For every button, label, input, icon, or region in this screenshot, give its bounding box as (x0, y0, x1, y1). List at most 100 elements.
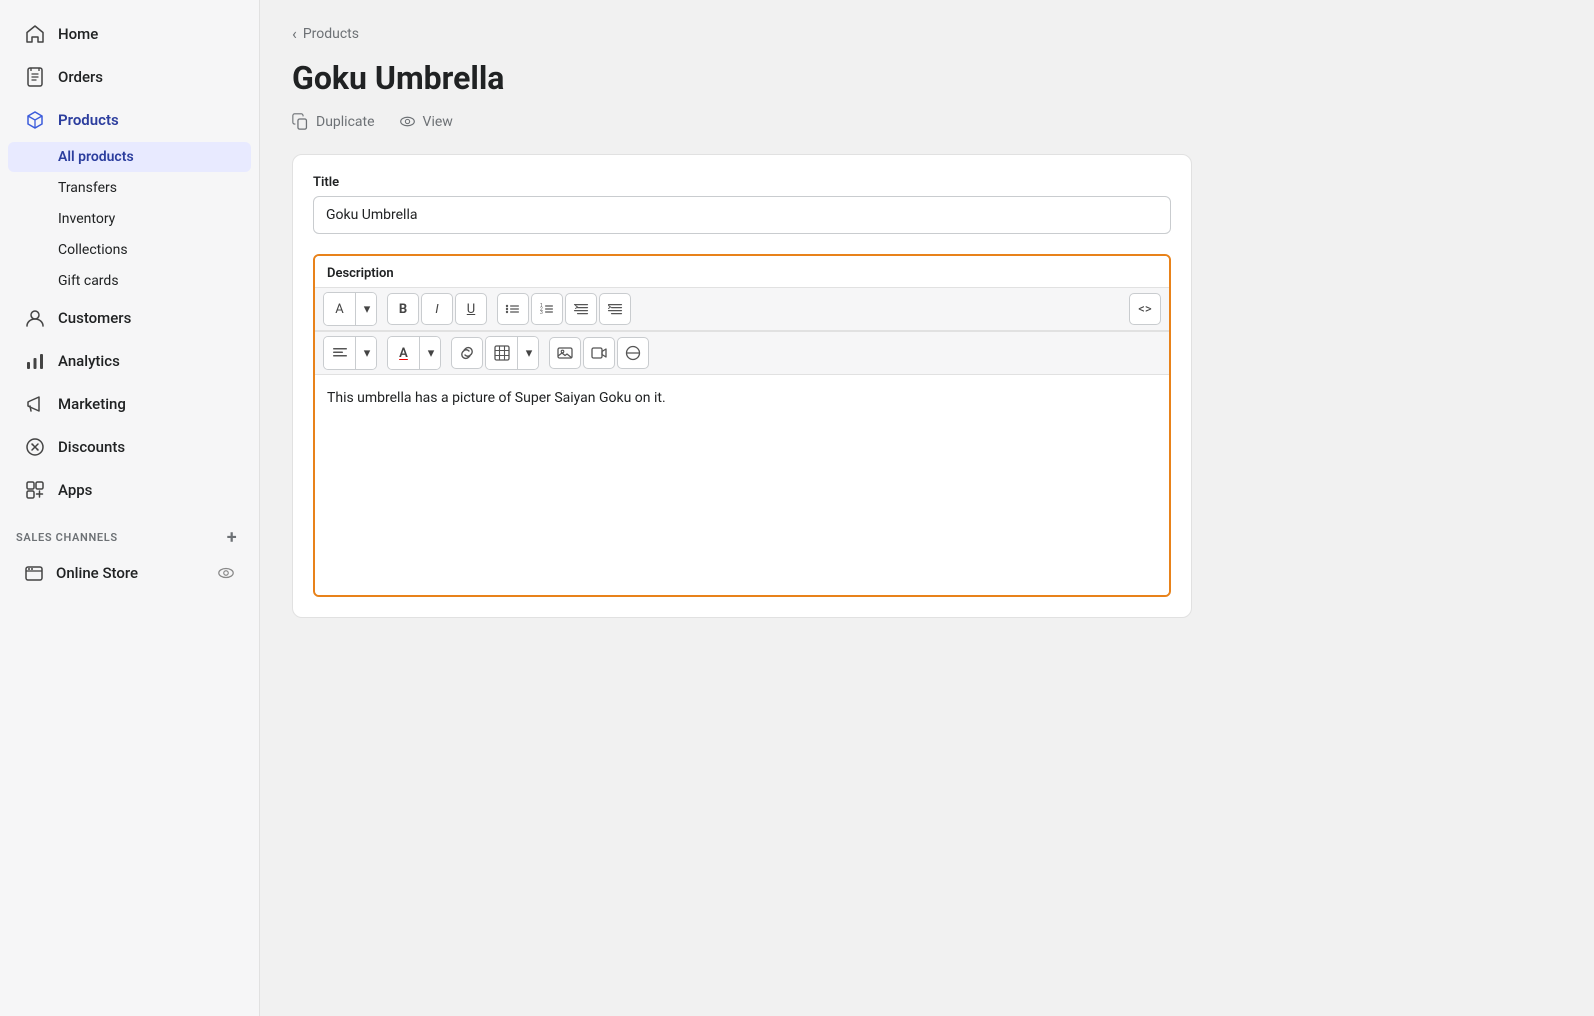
italic-icon: I (435, 302, 438, 317)
color-dropdown-arrow[interactable]: ▾ (422, 337, 440, 369)
text-color-button[interactable]: A (388, 337, 420, 369)
clear-format-icon (625, 345, 641, 361)
online-store-icon (24, 563, 44, 583)
breadcrumb-text: Products (303, 26, 359, 42)
sidebar-item-home[interactable]: Home (8, 13, 251, 55)
unordered-list-button[interactable] (497, 293, 529, 325)
sidebar-sub-transfers[interactable]: Transfers (8, 173, 251, 203)
sidebar-sub-collections[interactable]: Collections (8, 235, 251, 265)
page-title: Goku Umbrella (292, 59, 1562, 97)
orders-icon (24, 66, 46, 88)
bold-icon: B (399, 302, 407, 317)
chevron-down-icon-2: ▾ (364, 346, 371, 361)
font-button[interactable]: A (324, 293, 356, 325)
home-icon (24, 23, 46, 45)
duplicate-icon (292, 113, 309, 130)
discounts-icon (24, 436, 46, 458)
view-label: View (423, 114, 453, 130)
image-button[interactable] (549, 337, 581, 369)
image-icon (557, 345, 573, 361)
marketing-icon (24, 393, 46, 415)
sidebar-item-marketing-label: Marketing (58, 395, 126, 413)
sidebar-item-analytics-label: Analytics (58, 352, 120, 370)
duplicate-label: Duplicate (316, 114, 375, 130)
sidebar-sub-all-products[interactable]: All products (8, 142, 251, 172)
align-icon (333, 346, 347, 360)
products-icon (24, 109, 46, 131)
sidebar-item-apps[interactable]: Apps (8, 469, 251, 511)
product-card: Title Description A ▾ B (292, 154, 1192, 618)
color-dropdown-group: A ▾ (387, 336, 441, 370)
italic-button[interactable]: I (421, 293, 453, 325)
code-button[interactable]: <> (1129, 293, 1161, 325)
sidebar-item-customers-label: Customers (58, 309, 131, 327)
text-color-icon: A (399, 346, 408, 361)
sidebar-item-online-store[interactable]: Online Store (8, 555, 251, 591)
indent-increase-icon (607, 301, 623, 317)
description-editor-content[interactable]: This umbrella has a picture of Super Sai… (315, 375, 1169, 595)
font-dropdown-group: A ▾ (323, 292, 377, 326)
indent-increase-button[interactable] (599, 293, 631, 325)
table-dropdown-group: ▾ (485, 336, 539, 370)
duplicate-button[interactable]: Duplicate (292, 113, 375, 130)
sidebar-item-analytics[interactable]: Analytics (8, 340, 251, 382)
link-button[interactable] (451, 337, 483, 369)
add-sales-channel-button[interactable]: + (221, 526, 243, 548)
chevron-down-icon: ▾ (364, 302, 371, 317)
bold-button[interactable]: B (387, 293, 419, 325)
underline-button[interactable]: U (455, 293, 487, 325)
breadcrumb[interactable]: ‹ Products (292, 24, 1562, 43)
sidebar-sub-inventory[interactable]: Inventory (8, 204, 251, 234)
action-bar: Duplicate View (292, 113, 1562, 130)
font-dropdown-arrow[interactable]: ▾ (358, 293, 376, 325)
breadcrumb-chevron-icon: ‹ (292, 24, 297, 43)
main-content: ‹ Products Goku Umbrella Duplicate View (260, 0, 1594, 1016)
align-button[interactable] (324, 337, 356, 369)
sidebar-item-orders-label: Orders (58, 68, 103, 86)
table-icon (494, 345, 510, 361)
ordered-list-icon: 1 2 3 (539, 301, 555, 317)
sidebar-item-discounts[interactable]: Discounts (8, 426, 251, 468)
view-button[interactable]: View (399, 113, 453, 130)
title-input[interactable] (313, 196, 1171, 234)
align-dropdown-arrow[interactable]: ▾ (358, 337, 376, 369)
eye-icon (217, 564, 235, 582)
ordered-list-button[interactable]: 1 2 3 (531, 293, 563, 325)
chevron-down-icon-3: ▾ (428, 346, 435, 361)
sidebar-item-customers[interactable]: Customers (8, 297, 251, 339)
customers-icon (24, 307, 46, 329)
svg-text:3: 3 (540, 310, 543, 316)
table-dropdown-arrow[interactable]: ▾ (520, 337, 538, 369)
sidebar-item-apps-label: Apps (58, 481, 92, 499)
sales-channels-label: SALES CHANNELS + (0, 512, 259, 554)
table-button[interactable] (486, 337, 518, 369)
toolbar-row-1: A ▾ B I U (315, 287, 1169, 331)
underline-icon: U (467, 302, 475, 317)
indent-decrease-button[interactable] (565, 293, 597, 325)
link-icon (459, 345, 475, 361)
sidebar-item-home-label: Home (58, 25, 98, 43)
title-field-label: Title (313, 175, 1171, 190)
analytics-icon (24, 350, 46, 372)
sidebar-item-orders[interactable]: Orders (8, 56, 251, 98)
toolbar-row-2: ▾ A ▾ (315, 331, 1169, 375)
chevron-down-icon-4: ▾ (526, 346, 533, 361)
clear-format-button[interactable] (617, 337, 649, 369)
sidebar-item-discounts-label: Discounts (58, 438, 125, 456)
sidebar-item-marketing[interactable]: Marketing (8, 383, 251, 425)
code-icon: <> (1138, 302, 1151, 317)
description-editor: Description A ▾ B (313, 254, 1171, 597)
sidebar: Home Orders Products All products Transf… (0, 0, 260, 1016)
sidebar-sub-gift-cards[interactable]: Gift cards (8, 266, 251, 296)
font-a-icon: A (335, 302, 343, 317)
view-icon (399, 113, 416, 130)
align-dropdown-group: ▾ (323, 336, 377, 370)
sidebar-item-products[interactable]: Products (8, 99, 251, 141)
apps-icon (24, 479, 46, 501)
sidebar-item-products-label: Products (58, 111, 119, 129)
indent-decrease-icon (573, 301, 589, 317)
video-button[interactable] (583, 337, 615, 369)
description-label: Description (315, 256, 1169, 287)
unordered-list-icon (505, 301, 521, 317)
video-icon (591, 345, 607, 361)
